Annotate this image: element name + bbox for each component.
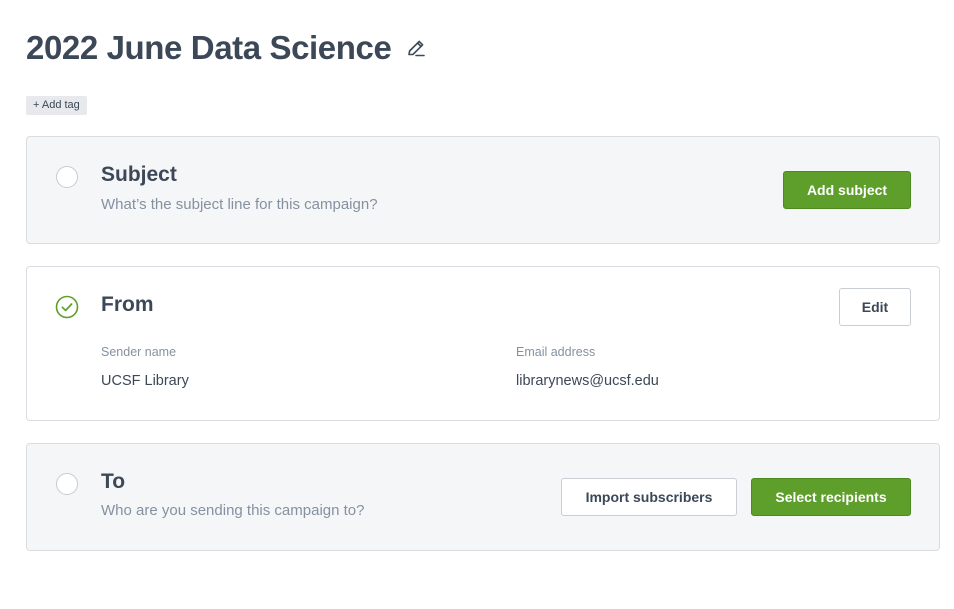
- email-address-label: Email address: [516, 345, 596, 359]
- edit-from-button[interactable]: Edit: [839, 288, 911, 326]
- to-description: Who are you sending this campaign to?: [101, 502, 365, 519]
- campaign-builder: 2022 June Data Science + Add tag Subject…: [0, 0, 954, 609]
- import-subscribers-button[interactable]: Import subscribers: [561, 478, 737, 516]
- sender-name-label: Sender name: [101, 345, 177, 359]
- select-recipients-button[interactable]: Select recipients: [751, 478, 911, 516]
- to-status-circle-icon: [56, 473, 78, 495]
- to-section: To Who are you sending this campaign to?…: [26, 443, 940, 551]
- from-title: From: [101, 293, 154, 316]
- subject-description: What’s the subject line for this campaig…: [101, 196, 378, 213]
- subject-status-circle-icon: [56, 166, 78, 188]
- email-address-value: librarynews@ucsf.edu: [516, 373, 659, 389]
- add-subject-button[interactable]: Add subject: [783, 171, 911, 209]
- check-circle-icon: [55, 295, 79, 319]
- subject-section: Subject What’s the subject line for this…: [26, 136, 940, 244]
- subject-title: Subject: [101, 163, 177, 186]
- sender-name-value: UCSF Library: [101, 373, 189, 389]
- to-title: To: [101, 470, 126, 493]
- pencil-icon[interactable]: [405, 37, 427, 59]
- title-row: 2022 June Data Science: [26, 28, 427, 68]
- add-tag-button[interactable]: + Add tag: [26, 96, 87, 115]
- from-section: From Edit Sender name UCSF Library Email…: [26, 266, 940, 421]
- page-title: 2022 June Data Science: [26, 29, 392, 66]
